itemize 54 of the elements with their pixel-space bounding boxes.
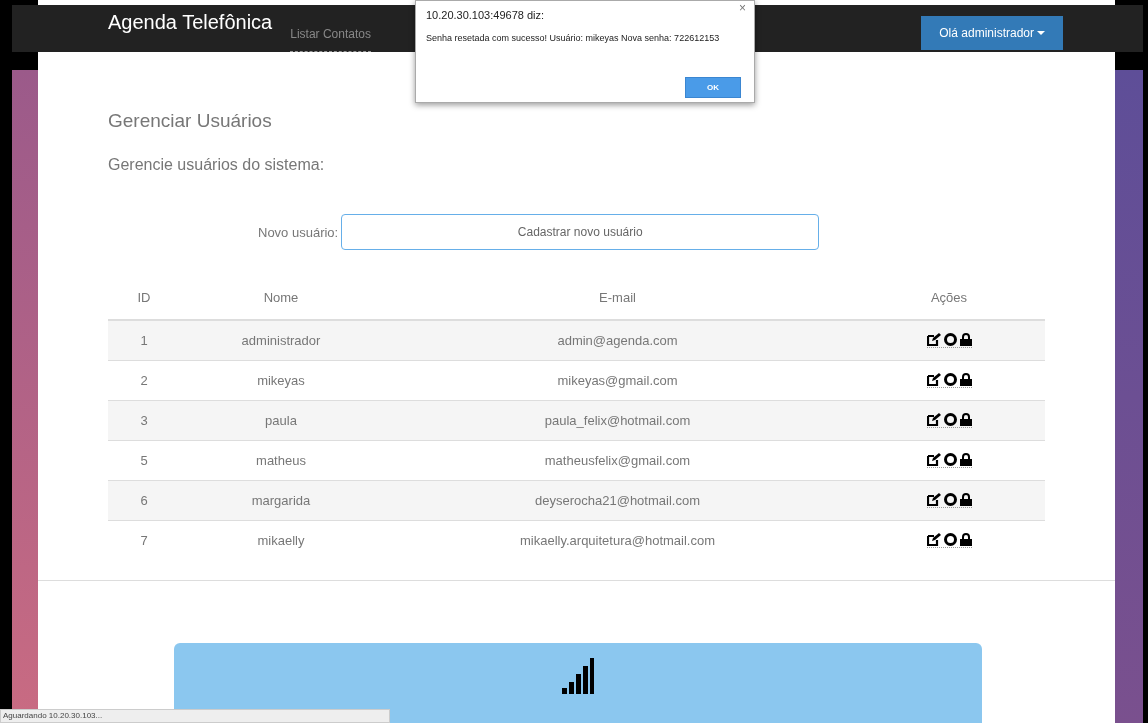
circle-icon[interactable] (943, 492, 957, 506)
table-cell: 7 (140, 533, 148, 548)
circle-icon[interactable] (943, 412, 957, 426)
table-cell: margarida (251, 493, 311, 508)
table-cell: mikeyas@gmail.com (557, 373, 678, 388)
signal-icon (562, 658, 594, 694)
table-cell: 6 (140, 493, 148, 508)
column-header: Ações (930, 289, 968, 305)
dialog-title: 10.20.30.103:49678 diz: (426, 9, 545, 21)
table-cell: mikeyas (257, 373, 305, 388)
lock-icon[interactable] (959, 532, 972, 546)
nav-link[interactable]: Listar Contatos (290, 13, 371, 52)
close-button[interactable]: × (739, 1, 746, 15)
table-cell: paula (265, 413, 297, 428)
edit-icon[interactable] (926, 492, 941, 506)
table-cell: matheus (256, 453, 306, 468)
table-cell: admin@agenda.com (557, 333, 678, 348)
ok-button[interactable]: OK (685, 77, 741, 98)
status-bar: Aguardando 10.20.30.103... (0, 709, 390, 723)
table-cell: administrador (241, 333, 321, 348)
table-cell: matheusfelix@gmail.com (544, 453, 691, 468)
table-cell: 3 (140, 413, 148, 428)
page-subtitle: Gerencie usuários do sistema: (108, 156, 326, 174)
caret-icon (1037, 31, 1045, 35)
user-menu-button[interactable]: Olá administrador (921, 16, 1063, 50)
edit-icon[interactable] (926, 532, 941, 546)
table-cell: mikaelly.arquitetura@hotmail.com (520, 533, 715, 548)
lock-icon[interactable] (959, 372, 972, 386)
circle-icon[interactable] (943, 532, 957, 546)
new-user-field[interactable]: Cadastrar novo usuário (341, 214, 820, 250)
table-cell: 5 (140, 453, 148, 468)
lock-icon[interactable] (959, 492, 972, 506)
circle-icon[interactable] (943, 452, 957, 466)
dialog-message: Senha resetada com sucesso! Usuário: mikeyas Nova senha: 722612153 (426, 33, 720, 43)
table-cell: deyserocha21@hotmail.com (535, 493, 700, 508)
field-label: Novo usuário: (258, 224, 339, 240)
page-title: Gerenciar Usuários (108, 110, 273, 132)
edit-icon[interactable] (926, 332, 941, 346)
column-header: Nome (263, 289, 299, 305)
table-cell: 2 (140, 373, 148, 388)
table-cell: mikaelly (257, 533, 305, 548)
column-header: ID (137, 289, 151, 305)
circle-icon[interactable] (943, 372, 957, 386)
edit-icon[interactable] (926, 372, 941, 386)
edit-icon[interactable] (926, 412, 941, 426)
app-title[interactable]: Agenda Telefônica (108, 11, 273, 46)
edit-icon[interactable] (926, 452, 941, 466)
lock-icon[interactable] (959, 412, 972, 426)
lock-icon[interactable] (959, 452, 972, 466)
circle-icon[interactable] (943, 332, 957, 346)
lock-icon[interactable] (959, 332, 972, 346)
column-header: E-mail (599, 289, 636, 305)
table-cell: 1 (140, 333, 148, 348)
table-cell: paula_felix@hotmail.com (544, 413, 691, 428)
